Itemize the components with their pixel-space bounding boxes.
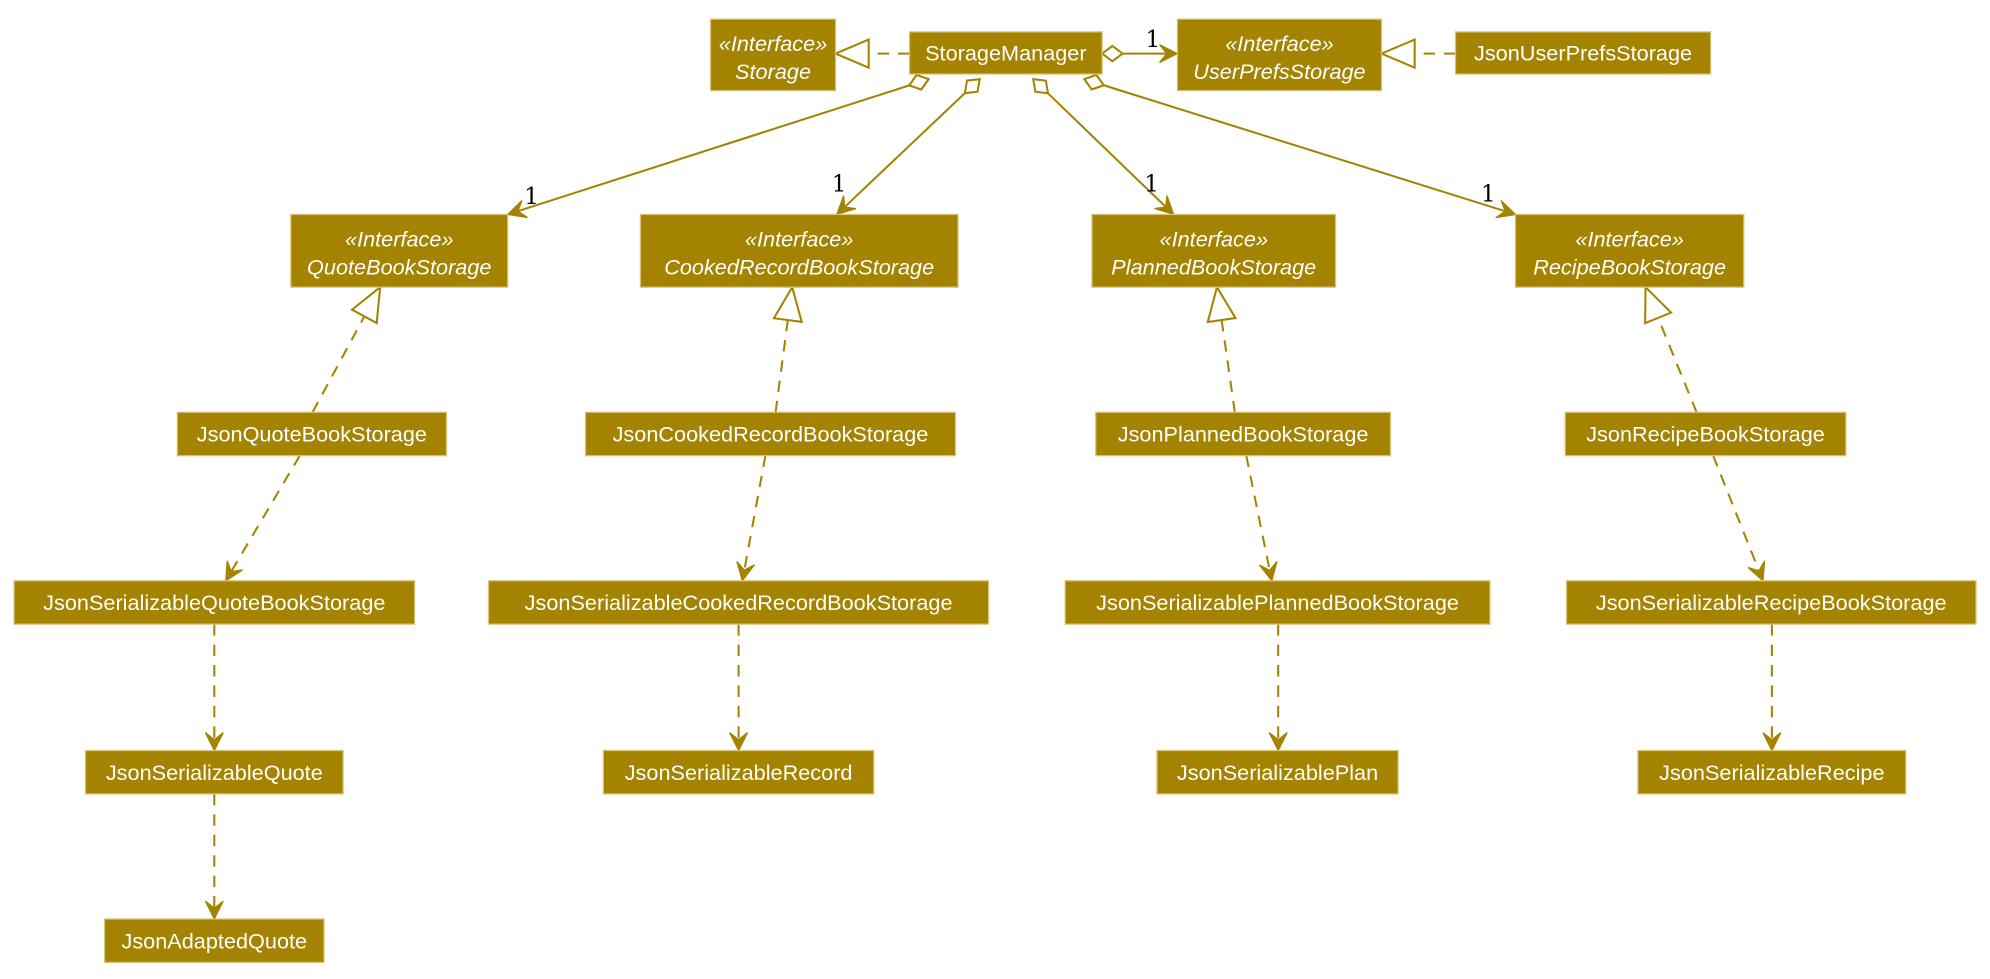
class-box-planned-book-storage[interactable]: «Interface» PlannedBookStorage	[1091, 213, 1337, 288]
edge-dependency-json-recipe-book-storage-to-json-serializable-recipe-book-storage	[1712, 455, 1766, 583]
class-name: JsonSerializableRecord	[625, 760, 853, 785]
class-box-json-serializable-planned-book-storage[interactable]: JsonSerializablePlannedBookStorage	[1064, 580, 1491, 625]
class-box-json-planned-book-storage[interactable]: JsonPlannedBookStorage	[1095, 411, 1392, 457]
edge-realization-json-user-prefs-storage-to-user-prefs-storage	[1378, 38, 1456, 70]
edge-realization-json-quote-book-storage-to-quote-book-storage	[311, 284, 382, 413]
class-name: JsonSerializableQuote	[106, 760, 323, 785]
stereotype-label: «Interface»	[745, 226, 853, 251]
stereotype-label: «Interface»	[719, 31, 827, 56]
edge-dependency-json-serializable-planned-book-storage-to-json-serializable-plan	[1268, 624, 1288, 752]
edge-realization-json-recipe-book-storage-to-recipe-book-storage	[1644, 284, 1698, 413]
class-box-json-serializable-cooked-record-book-storage[interactable]: JsonSerializableCookedRecordBookStorage	[487, 580, 990, 625]
class-name: JsonQuoteBookStorage	[197, 422, 427, 447]
edge-realization-json-cooked-record-book-storage-to-cooked-record-book-storage	[772, 284, 804, 413]
hollow-triangle-arrowhead	[1644, 284, 1673, 325]
edge-line	[224, 455, 301, 582]
class-name: JsonUserPrefsStorage	[1474, 41, 1692, 66]
hollow-triangle-arrowhead	[772, 284, 804, 324]
hollow-triangle-arrowhead	[1206, 284, 1238, 324]
class-name: JsonSerializableRecipeBookStorage	[1596, 590, 1947, 615]
edge-line	[1245, 455, 1273, 581]
class-box-user-prefs-storage[interactable]: «Interface» UserPrefsStorage	[1176, 18, 1383, 92]
class-box-storage[interactable]: «Interface» Storage	[709, 18, 837, 92]
aggregation-diamond	[1032, 77, 1050, 95]
stereotype-label: «Interface»	[1225, 31, 1333, 56]
class-box-json-recipe-book-storage[interactable]: JsonRecipeBookStorage	[1564, 411, 1847, 457]
edge-line	[774, 319, 789, 413]
hollow-triangle-arrowhead	[350, 284, 382, 325]
class-name: PlannedBookStorage	[1111, 254, 1316, 279]
class-box-json-serializable-record[interactable]: JsonSerializableRecord	[602, 749, 875, 795]
stereotype-label: «Interface»	[345, 226, 453, 251]
class-name: UserPrefsStorage	[1193, 59, 1365, 84]
aggregation-diamond	[963, 77, 981, 95]
edge-realization-storage-manager-to-storage	[832, 38, 910, 70]
class-box-recipe-book-storage[interactable]: «Interface» RecipeBookStorage	[1514, 213, 1745, 288]
edge-dependency-json-quote-book-storage-to-json-serializable-quote-book-storage	[224, 455, 301, 582]
edge-dependency-json-serializable-quote-to-json-adapted-quote	[204, 793, 224, 921]
class-name: JsonSerializablePlannedBookStorage	[1096, 590, 1459, 615]
stereotype-label: «Interface»	[1160, 226, 1268, 251]
multiplicity-label: 1	[1146, 27, 1161, 53]
open-arrowhead	[225, 560, 243, 582]
edge-line	[1657, 317, 1698, 413]
edge-dependency-json-planned-book-storage-to-json-serializable-planned-book-storage	[1245, 455, 1278, 583]
edge-line	[507, 84, 910, 216]
aggregation-diamond	[1082, 73, 1106, 91]
edge-aggregation-storage-manager-to-quote-book-storage: 1	[506, 73, 931, 219]
class-name: JsonAdaptedQuote	[121, 928, 307, 953]
uml-class-diagram: 11 1 1 1 «Interface»StorageStorageManager «I…	[13, 18, 1977, 964]
class-box-json-serializable-recipe-book-storage[interactable]: JsonSerializableRecipeBookStorage	[1565, 580, 1977, 625]
multiplicity-label: 1	[832, 171, 847, 197]
edge-line	[1103, 84, 1516, 216]
multiplicity-label: 1	[1144, 171, 1159, 197]
class-name: RecipeBookStorage	[1533, 254, 1726, 279]
nodes-layer: «Interface» Storage StorageManager «Interfa…	[13, 18, 1977, 964]
class-box-json-serializable-quote[interactable]: JsonSerializableQuote	[84, 749, 344, 795]
class-box-json-user-prefs-storage[interactable]: JsonUserPrefsStorage	[1454, 31, 1712, 75]
edge-dependency-json-serializable-quote-book-storage-to-json-serializable-quote	[204, 624, 224, 752]
class-name: StorageManager	[925, 41, 1087, 66]
class-name: JsonSerializableRecipe	[1659, 760, 1884, 785]
class-name: QuoteBookStorage	[307, 254, 491, 279]
edge-line	[1220, 319, 1236, 413]
edge-dependency-json-serializable-recipe-book-storage-to-json-serializable-recipe	[1762, 624, 1782, 752]
hollow-triangle-arrowhead	[1378, 38, 1416, 70]
class-name: JsonPlannedBookStorage	[1118, 422, 1369, 447]
edge-dependency-json-cooked-record-book-storage-to-json-serializable-cooked-record-book-storage	[736, 455, 767, 583]
edge-aggregation-storage-manager-to-user-prefs-storage: 1	[1100, 27, 1179, 64]
class-box-json-adapted-quote[interactable]: JsonAdaptedQuote	[103, 918, 325, 964]
edge-line	[1712, 455, 1764, 582]
class-box-cooked-record-book-storage[interactable]: «Interface» CookedRecordBookStorage	[639, 213, 959, 288]
hollow-triangle-arrowhead	[832, 38, 870, 70]
class-box-json-cooked-record-book-storage[interactable]: JsonCookedRecordBookStorage	[584, 411, 957, 457]
aggregation-diamond	[907, 73, 931, 91]
aggregation-diamond	[1100, 44, 1125, 63]
edge-dependency-json-serializable-cooked-record-book-storage-to-json-serializable-record	[729, 624, 749, 752]
class-name: JsonSerializableCookedRecordBookStorage	[525, 590, 953, 615]
class-name: CookedRecordBookStorage	[664, 254, 934, 279]
edge-line	[836, 92, 966, 216]
class-name: JsonSerializableQuoteBookStorage	[43, 590, 385, 615]
open-arrowhead	[1747, 560, 1766, 583]
edge-line	[311, 315, 366, 413]
multiplicity-label: 1	[1481, 182, 1496, 208]
class-name: Storage	[735, 59, 811, 84]
class-box-storage-manager[interactable]: StorageManager	[908, 31, 1103, 75]
multiplicity-label: 1	[524, 184, 539, 210]
class-name: JsonSerializablePlan	[1177, 760, 1378, 785]
class-box-json-serializable-quote-book-storage[interactable]: JsonSerializableQuoteBookStorage	[13, 580, 416, 625]
class-box-json-quote-book-storage[interactable]: JsonQuoteBookStorage	[176, 411, 448, 457]
class-name: JsonRecipeBookStorage	[1586, 422, 1825, 447]
class-box-json-serializable-plan[interactable]: JsonSerializablePlan	[1156, 749, 1399, 795]
edge-aggregation-storage-manager-to-cooked-record-book-storage: 1	[832, 77, 981, 216]
edge-aggregation-storage-manager-to-planned-book-storage: 1	[1032, 77, 1175, 216]
edges-layer: 1 1 1 1 1	[204, 27, 1782, 921]
class-name: JsonCookedRecordBookStorage	[613, 422, 929, 447]
stereotype-label: «Interface»	[1575, 226, 1683, 251]
class-box-quote-book-storage[interactable]: «Interface» QuoteBookStorage	[290, 213, 509, 288]
class-box-json-serializable-recipe[interactable]: JsonSerializableRecipe	[1637, 749, 1907, 795]
edge-line	[741, 455, 767, 581]
edge-realization-json-planned-book-storage-to-planned-book-storage	[1206, 284, 1238, 413]
